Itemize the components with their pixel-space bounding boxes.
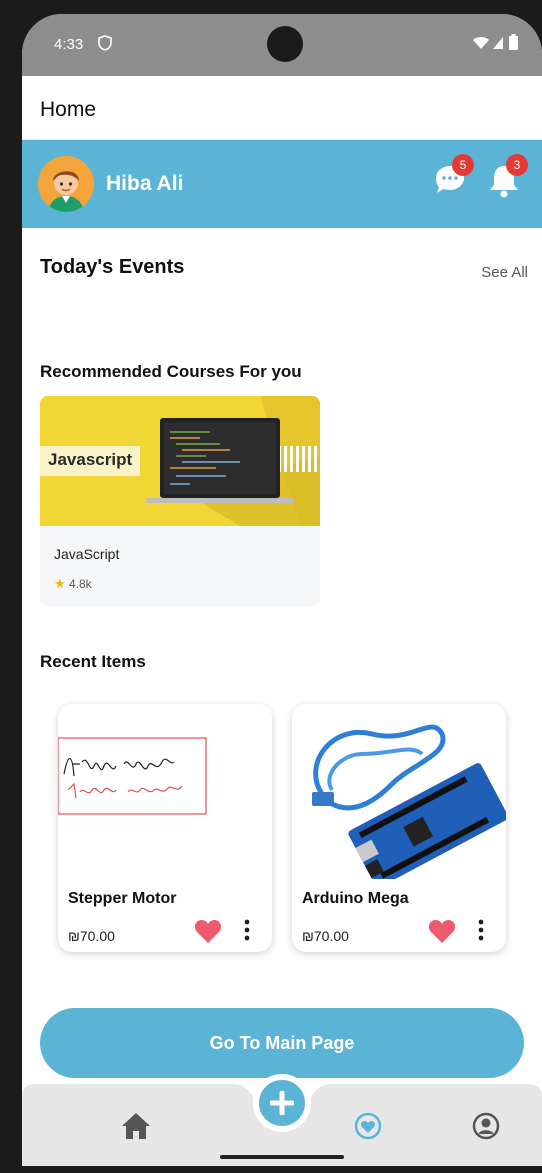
shield-icon [98,35,112,51]
item-name: Arduino Mega [302,890,409,907]
more-vert-icon[interactable] [244,919,250,941]
go-to-main-page-button[interactable]: Go To Main Page [40,1008,524,1078]
course-thumbnail-label: Javascript [48,450,133,469]
plus-icon [270,1091,294,1115]
add-button[interactable] [253,1074,311,1132]
status-time: 4:33 [54,36,84,53]
item-name: Stepper Motor [68,890,177,907]
recent-title: Recent Items [40,652,146,671]
phone-screen: 4:33 Home Hiba Ali 5 3 Today's Events Se… [22,14,542,1166]
events-title: Today's Events [40,256,185,278]
wifi-icon [473,37,489,49]
home-icon[interactable] [118,1108,154,1144]
item-price: ₪70.00 [68,928,115,944]
notifications-badge: 3 [506,154,528,176]
heart-icon[interactable] [428,918,456,944]
item-price: ₪70.00 [302,928,349,944]
see-all-link[interactable]: See All [481,264,528,281]
avatar[interactable] [38,156,94,212]
courses-title: Recommended Courses For you [40,362,302,381]
course-name: JavaScript [54,546,120,562]
notifications-button[interactable]: 3 [486,154,528,202]
home-indicator [220,1155,344,1159]
messages-button[interactable]: 5 [432,154,474,202]
battery-icon [509,34,518,50]
arduino-board-image [292,704,506,888]
handwriting-image [58,704,272,879]
app-bar: Home [22,76,542,140]
rating-value: 4.8k [69,577,92,591]
bottom-navigation [22,1074,542,1166]
avatar-illustration [38,156,94,212]
profile-header: Hiba Ali 5 3 [22,140,542,228]
signal-icon [493,37,503,49]
user-name: Hiba Ali [106,172,184,195]
more-vert-icon[interactable] [478,919,484,941]
messages-badge: 5 [452,154,474,176]
item-image [292,704,506,888]
profile-icon[interactable] [468,1108,504,1144]
course-thumbnail: Javascript [40,396,320,526]
item-card[interactable]: Stepper Motor ₪70.00 [58,704,272,952]
course-card[interactable]: Javascript JavaScript ★ 4.8k [40,396,320,606]
page-title: Home [40,98,97,121]
course-rating: ★ 4.8k [54,576,92,592]
favorites-icon[interactable] [350,1108,386,1144]
front-camera [267,26,303,62]
item-card[interactable]: Arduino Mega ₪70.00 [292,704,506,952]
heart-icon[interactable] [194,918,222,944]
star-icon: ★ [54,576,66,591]
status-bar: 4:33 [22,14,542,76]
item-image [58,704,272,879]
